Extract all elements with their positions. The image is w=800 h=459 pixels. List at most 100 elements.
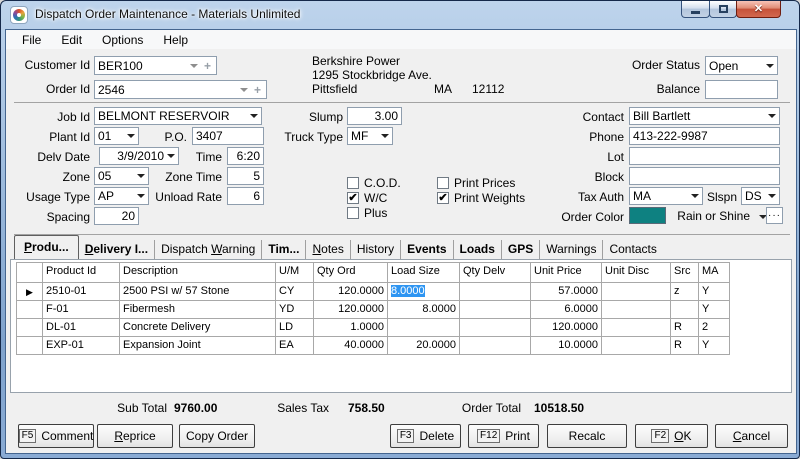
cell-unit-price[interactable]: 6.0000 (531, 301, 602, 319)
tab-contacts[interactable]: Contacts (603, 240, 662, 259)
cell-um[interactable]: YD (276, 301, 314, 319)
grid-header-unit-disc[interactable]: Unit Disc (602, 263, 671, 283)
grid-header-um[interactable]: U/M (276, 263, 314, 283)
tab-history[interactable]: History (351, 240, 401, 259)
block-field[interactable] (629, 167, 780, 185)
reprice-button[interactable]: Reprice (97, 424, 173, 448)
cell-qty-ord[interactable]: 40.0000 (314, 337, 388, 355)
cell-qty-ord[interactable]: 120.0000 (314, 283, 388, 301)
table-row[interactable]: DL-01 Concrete Delivery LD 1.0000 120.00… (17, 319, 730, 337)
cell-unit-disc[interactable] (602, 337, 671, 355)
cell-ma[interactable]: 2 (699, 319, 730, 337)
cell-load-size-editing[interactable]: 8.0000 (388, 283, 460, 301)
print-prices-checkbox[interactable]: Print Prices (437, 176, 515, 190)
cell-qty-ord[interactable]: 120.0000 (314, 301, 388, 319)
wc-checkbox[interactable]: ✔ W/C (347, 191, 387, 205)
menu-options[interactable]: Options (92, 32, 153, 48)
chevron-down-icon[interactable] (766, 64, 774, 68)
recalc-button[interactable]: Recalc (547, 424, 627, 448)
tab-warnings[interactable]: Warnings (540, 240, 603, 259)
grid-header-load-size[interactable]: Load Size (388, 263, 460, 283)
cell-unit-disc[interactable] (602, 301, 671, 319)
unload-rate-field[interactable]: 6 (227, 187, 264, 205)
cell-src[interactable] (671, 301, 699, 319)
po-field[interactable]: 3407 (192, 127, 264, 145)
cell-load-size[interactable]: 20.0000 (388, 337, 460, 355)
chevron-down-icon[interactable] (691, 194, 699, 198)
chevron-down-icon[interactable] (768, 114, 776, 118)
chevron-down-icon[interactable] (240, 88, 248, 92)
cell-unit-price[interactable]: 120.0000 (531, 319, 602, 337)
cell-qty-ord[interactable]: 1.0000 (314, 319, 388, 337)
tab-notes[interactable]: Notes (306, 240, 350, 259)
cell-um[interactable]: LD (276, 319, 314, 337)
tab-gps[interactable]: GPS (502, 240, 540, 259)
slspn-combo[interactable]: DS (741, 187, 780, 205)
usage-type-combo[interactable]: AP (94, 187, 149, 205)
cancel-button[interactable]: Cancel (715, 424, 788, 448)
cod-checkbox[interactable]: C.O.D. (347, 176, 401, 190)
order-color-more-button[interactable]: ··· (766, 207, 783, 224)
chevron-down-icon[interactable] (137, 194, 145, 198)
comment-button[interactable]: F5 Comment (18, 424, 94, 448)
cell-qty-delv[interactable] (460, 337, 531, 355)
job-id-combo[interactable]: BELMONT RESERVOIR (94, 107, 262, 125)
grid-header-src[interactable]: Src (671, 263, 699, 283)
plus-checkbox[interactable]: Plus (347, 206, 387, 220)
table-row[interactable]: ▶ 2510-01 2500 PSI w/ 57 Stone CY 120.00… (17, 283, 730, 301)
tax-auth-combo[interactable]: MA (629, 187, 703, 205)
close-button[interactable]: ✕ (736, 0, 781, 18)
maximize-button[interactable] (709, 0, 737, 18)
delv-date-picker[interactable]: 3/9/2010 (99, 147, 179, 165)
copy-order-button[interactable]: Copy Order (179, 424, 255, 448)
chevron-down-icon[interactable] (190, 64, 198, 68)
grid-header-ma[interactable]: MA (699, 263, 730, 283)
zone-combo[interactable]: 05 (94, 167, 149, 185)
cell-src[interactable]: z (671, 283, 699, 301)
tab-dispatch-warning[interactable]: Dispatch Warning (155, 240, 262, 259)
cell-unit-disc[interactable] (602, 319, 671, 337)
cell-unit-disc[interactable] (602, 283, 671, 301)
grid-header-description[interactable]: Description (120, 263, 276, 283)
title-bar[interactable]: Dispatch Order Maintenance - Materials U… (1, 1, 799, 29)
delete-button[interactable]: F3 Delete (390, 424, 461, 448)
cell-product-id[interactable]: DL-01 (43, 319, 120, 337)
cell-product-id[interactable]: F-01 (43, 301, 120, 319)
cell-description[interactable]: Expansion Joint (120, 337, 276, 355)
minimize-button[interactable] (681, 0, 710, 18)
customer-id-combo[interactable]: BER100 + (94, 56, 217, 75)
chevron-down-icon[interactable] (250, 114, 258, 118)
cell-um[interactable]: CY (276, 283, 314, 301)
print-button[interactable]: F12 Print (468, 424, 539, 448)
order-color-swatch[interactable] (629, 207, 666, 224)
tab-times[interactable]: Tim... (262, 240, 306, 259)
lot-field[interactable] (629, 147, 780, 165)
slump-field[interactable]: 3.00 (347, 107, 402, 125)
cell-description[interactable]: Fibermesh (120, 301, 276, 319)
add-icon[interactable]: + (204, 59, 211, 73)
chevron-down-icon[interactable] (167, 154, 175, 158)
table-row[interactable]: F-01 Fibermesh YD 120.0000 8.0000 6.0000… (17, 301, 730, 319)
cell-load-size[interactable]: 8.0000 (388, 301, 460, 319)
ok-button[interactable]: F2 OK (635, 424, 708, 448)
tab-products[interactable]: Produ... (14, 235, 79, 259)
cell-product-id[interactable]: EXP-01 (43, 337, 120, 355)
tab-delivery-instructions[interactable]: Delivery I... (79, 240, 155, 259)
cell-src[interactable]: R (671, 319, 699, 337)
grid-header-product-id[interactable]: Product Id (43, 263, 120, 283)
menu-edit[interactable]: Edit (51, 32, 92, 48)
cell-unit-price[interactable]: 10.0000 (531, 337, 602, 355)
cell-um[interactable]: EA (276, 337, 314, 355)
cell-ma[interactable]: Y (699, 283, 730, 301)
chevron-down-icon[interactable] (127, 134, 135, 138)
zone-time-field[interactable]: 5 (227, 167, 264, 185)
plant-id-combo[interactable]: 01 (94, 127, 139, 145)
cell-description[interactable]: Concrete Delivery (120, 319, 276, 337)
tab-events[interactable]: Events (401, 240, 453, 259)
cell-ma[interactable]: Y (699, 301, 730, 319)
cell-unit-price[interactable]: 57.0000 (531, 283, 602, 301)
cell-qty-delv[interactable] (460, 319, 531, 337)
add-icon[interactable]: + (254, 83, 261, 97)
balance-field[interactable] (705, 80, 778, 99)
chevron-down-icon[interactable] (381, 134, 389, 138)
